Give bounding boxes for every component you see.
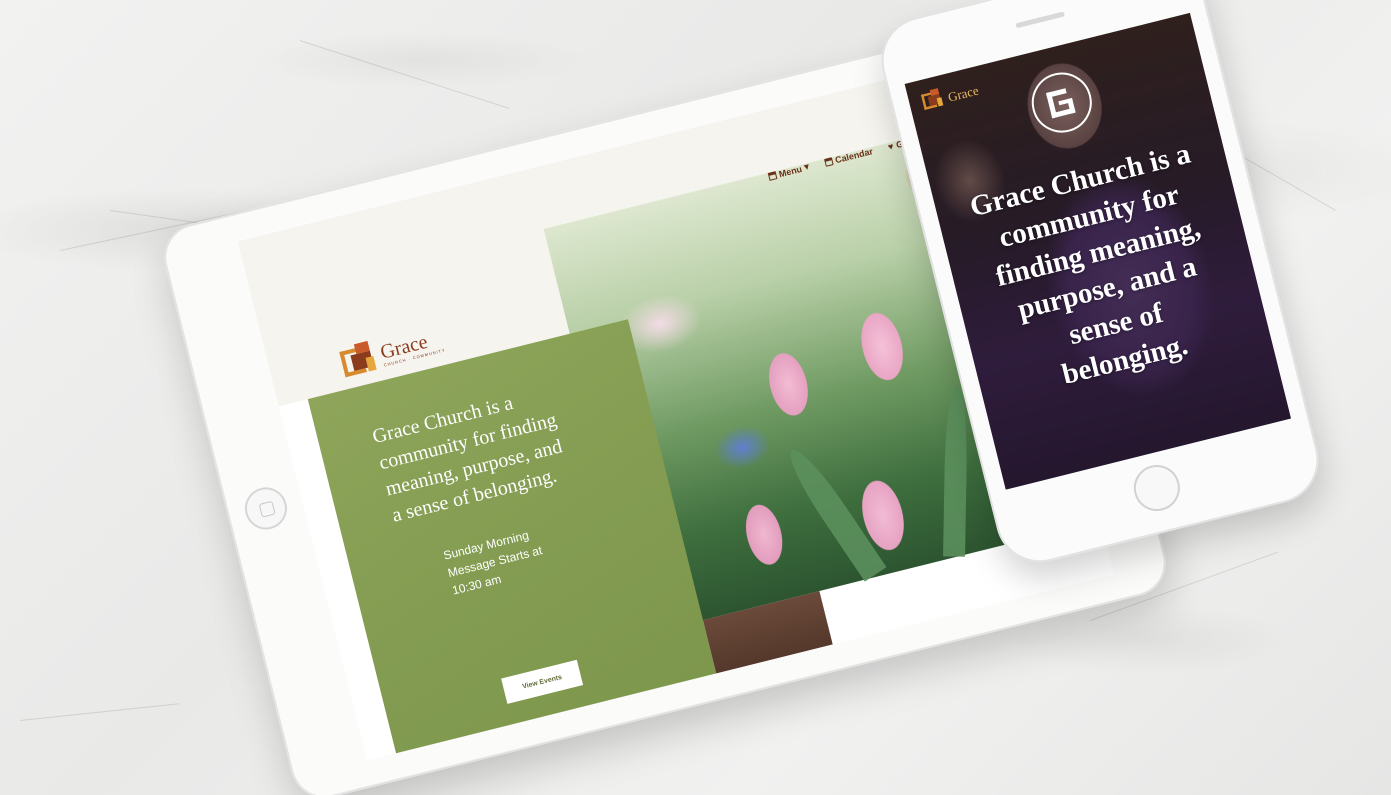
chevron-down-icon: ▾ <box>803 161 811 172</box>
book-icon <box>767 170 777 181</box>
tablet-home-button[interactable] <box>240 483 292 534</box>
marble-vein <box>299 40 510 109</box>
phone-speaker <box>1015 11 1065 29</box>
heart-icon: ♥ <box>886 140 895 152</box>
marble-vein <box>20 703 180 721</box>
grace-logo-icon <box>919 88 944 110</box>
tulip-leaf <box>781 442 887 582</box>
phone-home-button[interactable] <box>1128 460 1185 516</box>
hero-headline: Grace Church is a community for finding … <box>370 391 565 527</box>
view-events-button[interactable]: View Events <box>501 659 584 704</box>
hero-service-time: Sunday Morning Message Starts at 10:30 a… <box>442 527 544 598</box>
tulip-leaf <box>943 386 969 557</box>
calendar-icon <box>823 156 834 167</box>
phone-logo-wordmark: Grace <box>946 82 980 105</box>
